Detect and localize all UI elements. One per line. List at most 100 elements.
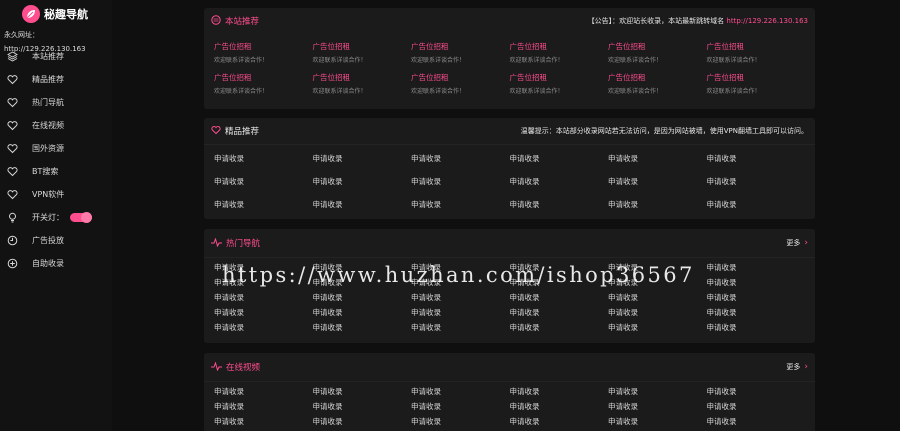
submit-link[interactable]: 申请收录 bbox=[313, 290, 412, 305]
submit-link[interactable]: 申请收录 bbox=[313, 414, 412, 429]
submit-link[interactable]: 申请收录 bbox=[214, 305, 313, 320]
sidebar-item[interactable]: 在线视频 bbox=[0, 114, 112, 137]
ad-slot[interactable]: 广告位招租 欢迎联系详谈合作！ bbox=[411, 68, 510, 99]
submit-link[interactable]: 申请收录 bbox=[411, 414, 510, 429]
sidebar-item[interactable]: 广告投放 bbox=[0, 229, 112, 252]
submit-link[interactable]: 申请收录 bbox=[313, 147, 412, 170]
submit-link[interactable]: 申请收录 bbox=[313, 399, 412, 414]
ad-slot[interactable]: 广告位招租 欢迎联系详谈合作！ bbox=[707, 68, 806, 99]
hot-more-link[interactable]: 更多 › bbox=[786, 238, 808, 248]
ad-slot[interactable]: 广告位招租 欢迎联系详谈合作！ bbox=[214, 37, 313, 68]
submit-link[interactable]: 申请收录 bbox=[214, 320, 313, 335]
submit-link[interactable]: 申请收录 bbox=[510, 414, 609, 429]
submit-link[interactable]: 申请收录 bbox=[313, 305, 412, 320]
submit-link[interactable]: 申请收录 bbox=[608, 414, 707, 429]
submit-link[interactable]: 申请收录 bbox=[608, 320, 707, 335]
light-toggle[interactable] bbox=[70, 212, 92, 223]
video-more-link[interactable]: 更多 › bbox=[786, 362, 808, 372]
submit-link[interactable]: 申请收录 bbox=[313, 384, 412, 399]
ad-slot-title: 广告位招租 bbox=[214, 73, 252, 82]
announcement-link[interactable]: http://129.226.130.163 bbox=[726, 17, 808, 25]
sidebar-item[interactable]: VPN软件 bbox=[0, 183, 112, 206]
submit-link[interactable]: 申请收录 bbox=[411, 147, 510, 170]
ad-slot-subtitle: 欢迎联系详谈合作！ bbox=[509, 57, 564, 64]
sidebar-item[interactable]: 热门导航 bbox=[0, 91, 112, 114]
sidebar-item-label: 国外资源 bbox=[32, 144, 64, 153]
pulse-icon bbox=[211, 236, 222, 249]
submit-link[interactable]: 申请收录 bbox=[608, 305, 707, 320]
submit-link[interactable]: 申请收录 bbox=[313, 170, 412, 193]
heart-icon bbox=[6, 120, 18, 132]
ad-slot[interactable]: 广告位招租 欢迎联系详谈合作！ bbox=[411, 37, 510, 68]
bulb-icon bbox=[6, 212, 18, 224]
submit-link[interactable]: 申请收录 bbox=[707, 320, 806, 335]
submit-link[interactable]: 申请收录 bbox=[411, 170, 510, 193]
submit-link[interactable]: 申请收录 bbox=[608, 384, 707, 399]
submit-link[interactable]: 申请收录 bbox=[313, 320, 412, 335]
submit-link[interactable]: 申请收录 bbox=[510, 290, 609, 305]
submit-link[interactable]: 申请收录 bbox=[411, 320, 510, 335]
chevron-right-icon: › bbox=[804, 362, 808, 372]
submit-link[interactable]: 申请收录 bbox=[411, 193, 510, 216]
ad-slot[interactable]: 广告位招租 欢迎联系详谈合作！ bbox=[510, 37, 609, 68]
watermark: https://www.huzhan.com/ishop36567 bbox=[222, 263, 695, 287]
submit-link[interactable]: 申请收录 bbox=[214, 414, 313, 429]
submit-link[interactable]: 申请收录 bbox=[411, 399, 510, 414]
submit-link[interactable]: 申请收录 bbox=[214, 170, 313, 193]
submit-link[interactable]: 申请收录 bbox=[707, 170, 806, 193]
ad-slot[interactable]: 广告位招租欢迎联系详谈合作！ bbox=[313, 37, 412, 68]
submit-link[interactable]: 申请收录 bbox=[214, 384, 313, 399]
submit-link[interactable]: 申请收录 bbox=[411, 384, 510, 399]
submit-link[interactable]: 申请收录 bbox=[510, 399, 609, 414]
submit-link[interactable]: 申请收录 bbox=[707, 414, 806, 429]
ad-slot[interactable]: 广告位招租 欢迎联系详谈合作！ bbox=[214, 68, 313, 99]
sidebar-item[interactable]: 精品推荐 bbox=[0, 68, 112, 91]
submit-link[interactable]: 申请收录 bbox=[411, 290, 510, 305]
logo[interactable]: 秘趣导航 bbox=[0, 0, 112, 28]
submit-link[interactable]: 申请收录 bbox=[510, 147, 609, 170]
ad-slot-subtitle: 欢迎联系详谈合作！ bbox=[706, 57, 761, 64]
ad-slot-subtitle: 欢迎联系详谈合作！ bbox=[608, 88, 663, 95]
ad-slot[interactable]: 广告位招租 欢迎联系详谈合作！ bbox=[608, 68, 707, 99]
ad-slot[interactable]: 广告位招租 欢迎联系详谈合作！ bbox=[608, 37, 707, 68]
submit-link[interactable]: 申请收录 bbox=[510, 170, 609, 193]
submit-link[interactable]: 申请收录 bbox=[510, 305, 609, 320]
ad-slot[interactable]: 广告位招租 欢迎联系详谈合作！ bbox=[313, 68, 412, 99]
submit-link[interactable]: 申请收录 bbox=[214, 290, 313, 305]
submit-link[interactable]: 申请收录 bbox=[707, 193, 806, 216]
sidebar-item[interactable]: BT搜索 bbox=[0, 160, 112, 183]
submit-link[interactable]: 申请收录 bbox=[707, 260, 806, 275]
submit-link[interactable]: 申请收录 bbox=[411, 305, 510, 320]
submit-link[interactable]: 申请收录 bbox=[510, 320, 609, 335]
heart-icon bbox=[6, 74, 18, 86]
submit-link[interactable]: 申请收录 bbox=[707, 399, 806, 414]
ad-slot-subtitle: 欢迎联系详谈合作！ bbox=[312, 57, 367, 64]
submit-link[interactable]: 申请收录 bbox=[707, 147, 806, 170]
submit-link[interactable]: 申请收录 bbox=[214, 399, 313, 414]
submit-link[interactable]: 申请收录 bbox=[608, 147, 707, 170]
recommend-title: 本站推荐 bbox=[225, 17, 260, 27]
sidebar-item[interactable]: 自助收录 bbox=[0, 252, 112, 275]
submit-link[interactable]: 申请收录 bbox=[707, 384, 806, 399]
ad-slot-title: 广告位招租 bbox=[312, 42, 351, 51]
cubes-icon bbox=[6, 51, 18, 63]
submit-link[interactable]: 申请收录 bbox=[510, 193, 609, 216]
submit-link[interactable]: 申请收录 bbox=[608, 290, 707, 305]
heart-icon bbox=[6, 97, 18, 109]
submit-link[interactable]: 申请收录 bbox=[707, 305, 806, 320]
ad-slot[interactable]: 广告位招租 欢迎联系详谈合作！ bbox=[510, 68, 609, 99]
submit-link[interactable]: 申请收录 bbox=[214, 147, 313, 170]
submit-link[interactable]: 申请收录 bbox=[707, 275, 806, 290]
cubes-icon bbox=[211, 15, 221, 27]
submit-link[interactable]: 申请收录 bbox=[608, 399, 707, 414]
submit-link[interactable]: 申请收录 bbox=[608, 193, 707, 216]
sidebar-item[interactable]: 国外资源 bbox=[0, 137, 112, 160]
submit-link[interactable]: 申请收录 bbox=[313, 193, 412, 216]
submit-link[interactable]: 申请收录 bbox=[510, 384, 609, 399]
submit-link[interactable]: 申请收录 bbox=[608, 170, 707, 193]
submit-link[interactable]: 申请收录 bbox=[214, 193, 313, 216]
submit-link[interactable]: 申请收录 bbox=[707, 290, 806, 305]
ad-slot[interactable]: 广告位招租 欢迎联系详谈合作！ bbox=[707, 37, 806, 68]
sidebar-item[interactable]: 开关灯： bbox=[0, 206, 112, 229]
heart-icon bbox=[6, 143, 18, 155]
